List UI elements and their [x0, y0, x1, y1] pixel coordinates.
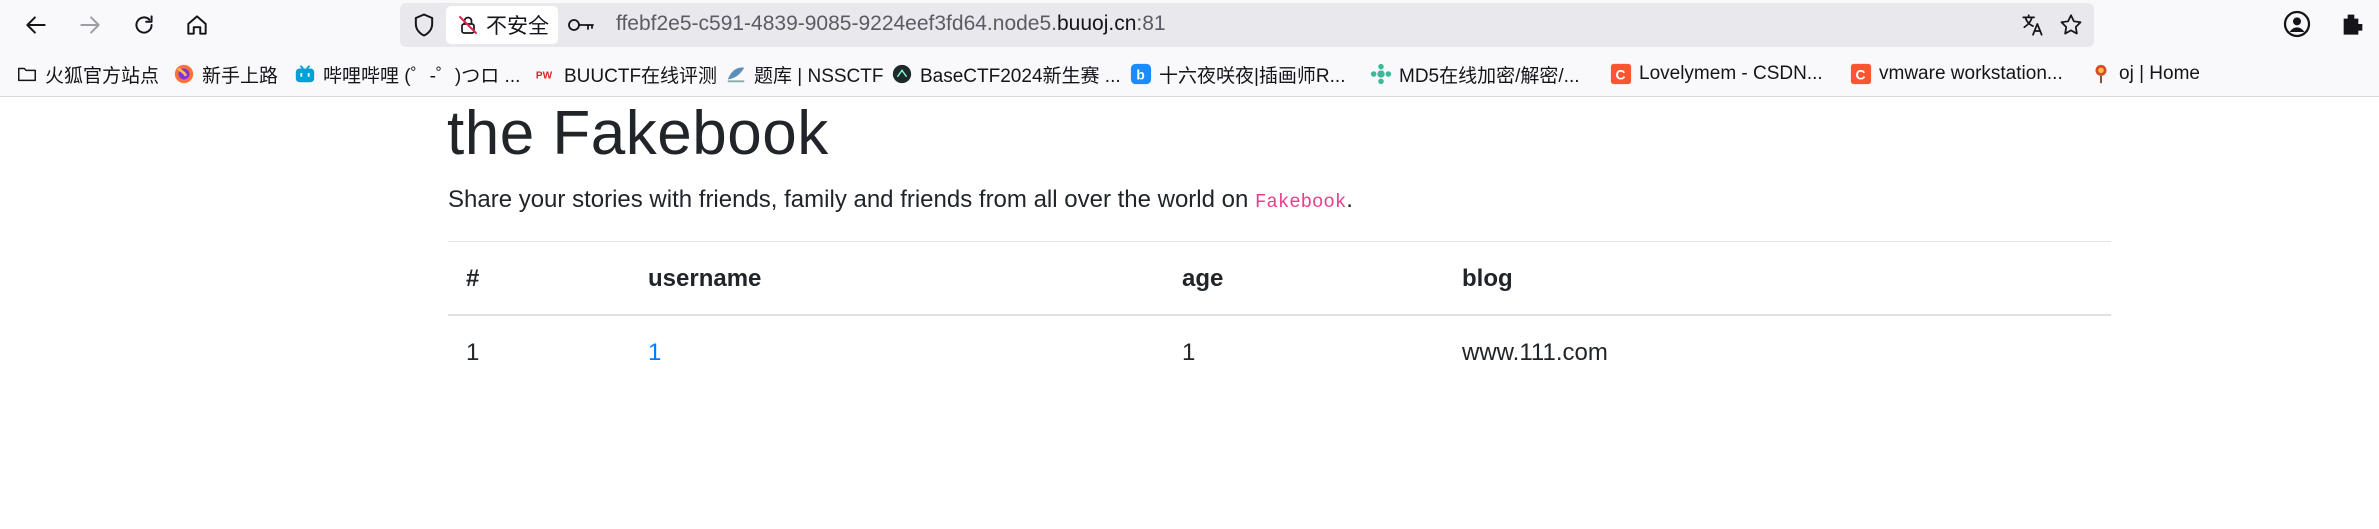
forward-icon[interactable]: [70, 5, 110, 45]
username-link[interactable]: 1: [648, 339, 661, 367]
bookmark-item[interactable]: BaseCTF2024新生赛 ...: [891, 59, 1121, 89]
table-row: 1 1 1 www.111.com: [448, 316, 2111, 390]
buuctf-icon: PW: [535, 63, 557, 85]
url-prefix: ffebf2e5-c591-4839-9085-9224eef3fd64.nod…: [616, 12, 1057, 35]
bookmark-label: vmware workstation...: [1879, 63, 2063, 84]
bookmark-item[interactable]: 新手上路: [173, 59, 278, 89]
bookmark-label: BUUCTF在线评测: [564, 65, 718, 87]
bookmark-item[interactable]: 火狐官方站点: [16, 59, 159, 89]
bookmark-item[interactable]: C Lovelymem - CSDN...: [1610, 59, 1823, 89]
bookmark-item[interactable]: 哔哩哔哩 (゜-゜)つロ ...: [294, 59, 520, 89]
table-header-row: # username age blog: [448, 242, 2111, 316]
bookmark-label: MD5在线加密/解密/...: [1399, 65, 1580, 87]
nssctf-icon: [725, 63, 747, 85]
url-domain: buuoj.cn: [1057, 12, 1137, 35]
bookmark-item[interactable]: 题库 | NSSCTF: [725, 59, 884, 89]
bookmark-item[interactable]: C vmware workstation...: [1850, 59, 2063, 89]
bilibili-icon: [294, 63, 316, 85]
csdn-icon: C: [1610, 63, 1632, 85]
bookmark-label: Lovelymem - CSDN...: [1639, 63, 1823, 84]
url-bar[interactable]: 不安全 ffebf2e5-c591-4839-9085-9224eef3fd64…: [400, 3, 2094, 47]
header-username: username: [648, 265, 762, 292]
lead-text: Share your stories with friends, family …: [448, 186, 1353, 214]
insecure-lock-icon: [459, 16, 477, 34]
bookmark-item[interactable]: PW BUUCTF在线评测: [535, 59, 717, 89]
security-label: 不安全: [486, 15, 549, 38]
bookmark-label: oj | Home: [2119, 63, 2200, 84]
users-table: # username age blog 1 1 1 www.111.com: [448, 242, 2111, 390]
md5-icon: [1370, 63, 1392, 85]
home-icon[interactable]: [177, 5, 217, 45]
svg-text:PW: PW: [536, 71, 553, 82]
page-title: the Fakebook: [447, 99, 829, 168]
header-blog: blog: [1462, 265, 1513, 292]
bookmarks-bar: 火狐官方站点 新手上路 哔哩哔哩 (゜-゜)つロ ... PW BUUCTF在线…: [0, 50, 2379, 97]
extensions-icon[interactable]: [2337, 8, 2369, 40]
lead-period: .: [1346, 186, 1353, 213]
bookmark-label: 火狐官方站点: [45, 65, 160, 87]
svg-text:C: C: [1616, 68, 1626, 83]
bookmark-item[interactable]: oj | Home: [2090, 59, 2200, 89]
site-security-button[interactable]: 不安全: [446, 6, 558, 44]
oj-icon: [2090, 63, 2112, 85]
key-icon[interactable]: [566, 11, 596, 39]
url-port: :81: [1136, 12, 1166, 35]
bookmark-label: 新手上路: [202, 65, 279, 87]
reload-icon[interactable]: [124, 5, 164, 45]
bookmark-item[interactable]: MD5在线加密/解密/...: [1370, 59, 1580, 89]
fakebook-code: Fakebook: [1255, 191, 1347, 213]
bookmark-label: 十六夜咲夜|插画师R...: [1159, 65, 1346, 87]
cell-username: 1: [648, 316, 661, 390]
url-text[interactable]: ffebf2e5-c591-4839-9085-9224eef3fd64.nod…: [616, 12, 1166, 36]
basectf-icon: [891, 63, 913, 85]
translate-icon[interactable]: [2020, 12, 2046, 38]
bookmark-label: BaseCTF2024新生赛 ...: [920, 65, 1121, 87]
back-icon[interactable]: [16, 5, 56, 45]
b-icon: b: [1130, 63, 1152, 85]
firefox-icon: [173, 63, 195, 85]
browser-toolbar: 不安全 ffebf2e5-c591-4839-9085-9224eef3fd64…: [0, 0, 2379, 50]
header-age: age: [1182, 265, 1224, 292]
svg-text:C: C: [1856, 68, 1866, 83]
lead-sentence: Share your stories with friends, family …: [448, 186, 1256, 213]
bookmark-label: 哔哩哔哩 (゜-゜)つロ ...: [323, 65, 521, 87]
bookmark-label: 题库 | NSSCTF: [754, 65, 884, 87]
header-id: #: [466, 265, 480, 292]
folder-icon: [16, 63, 38, 85]
cell-id: 1: [466, 339, 480, 366]
cell-blog: www.111.com: [1462, 339, 1608, 366]
star-icon[interactable]: [2058, 12, 2084, 38]
svg-text:b: b: [1136, 68, 1144, 83]
cell-age: 1: [1182, 339, 1196, 366]
account-icon[interactable]: [2281, 8, 2313, 40]
bookmark-item[interactable]: b 十六夜咲夜|插画师R...: [1130, 59, 1346, 89]
shield-icon[interactable]: [410, 11, 438, 39]
csdn-icon: C: [1850, 63, 1872, 85]
